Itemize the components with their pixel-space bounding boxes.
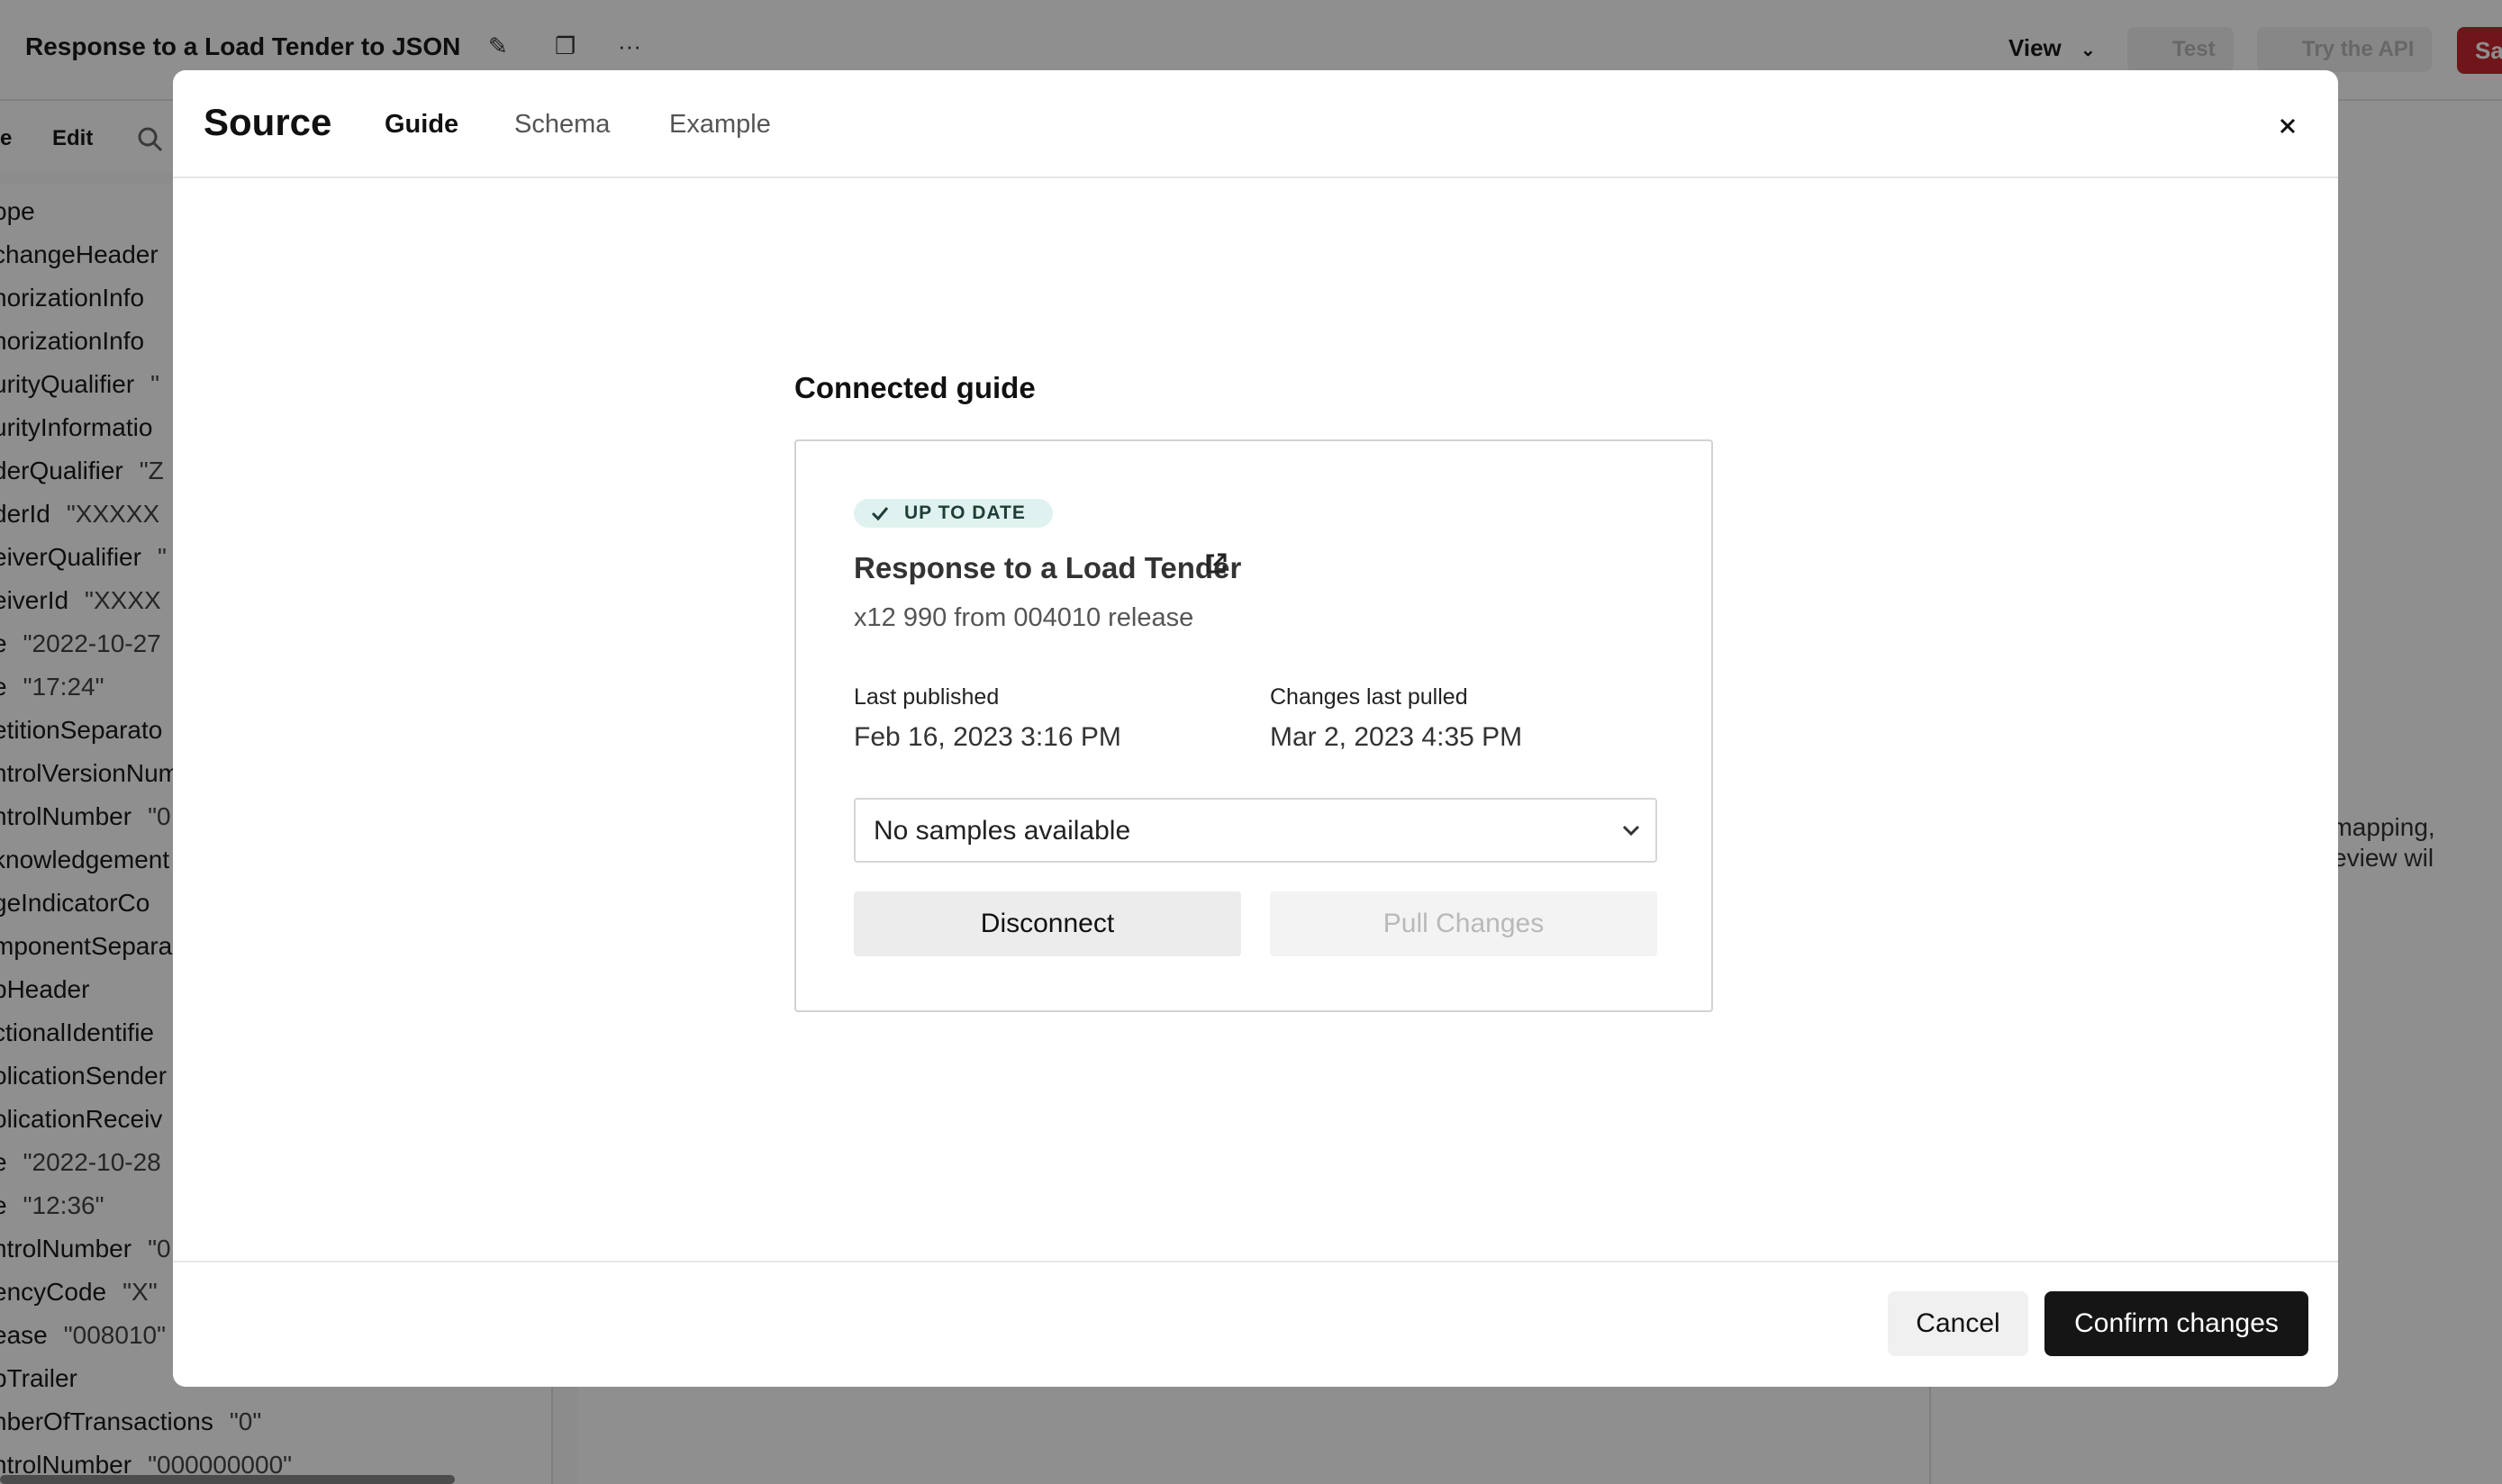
last-published-value: Feb 16, 2023 3:16 PM (854, 722, 1121, 752)
modal-title: Source (204, 101, 332, 143)
close-icon[interactable] (2270, 108, 2306, 144)
changes-pulled-label: Changes last pulled (1270, 684, 1468, 710)
cancel-button[interactable]: Cancel (1888, 1291, 2028, 1356)
guide-description: x12 990 from 004010 release (854, 603, 1194, 632)
check-icon (871, 507, 889, 521)
tab-example[interactable]: Example (669, 110, 771, 140)
guide-card: UP TO DATE Response to a Load Tender x12… (794, 439, 1713, 1012)
status-badge: UP TO DATE (854, 499, 1053, 528)
source-modal: Source Guide Schema Example Connected gu… (173, 70, 2338, 1387)
connected-guide-heading: Connected guide (794, 371, 1036, 404)
chevron-down-icon (1622, 825, 1640, 837)
changes-pulled-value: Mar 2, 2023 4:35 PM (1270, 722, 1523, 752)
external-link-icon[interactable] (1203, 551, 1228, 576)
disconnect-button[interactable]: Disconnect (854, 891, 1241, 956)
samples-select[interactable]: No samples available (854, 798, 1657, 863)
guide-name: Response to a Load Tender (854, 551, 1242, 584)
modal-footer: Cancel Confirm changes (173, 1261, 2338, 1387)
tab-guide[interactable]: Guide (385, 110, 458, 140)
pull-changes-button[interactable]: Pull Changes (1270, 891, 1657, 956)
status-badge-label: UP TO DATE (904, 502, 1026, 523)
modal-header: Source Guide Schema Example (173, 70, 2338, 178)
samples-select-value: No samples available (874, 816, 1131, 846)
confirm-changes-button[interactable]: Confirm changes (2044, 1291, 2308, 1356)
tab-schema[interactable]: Schema (514, 110, 610, 140)
last-published-label: Last published (854, 684, 1000, 710)
